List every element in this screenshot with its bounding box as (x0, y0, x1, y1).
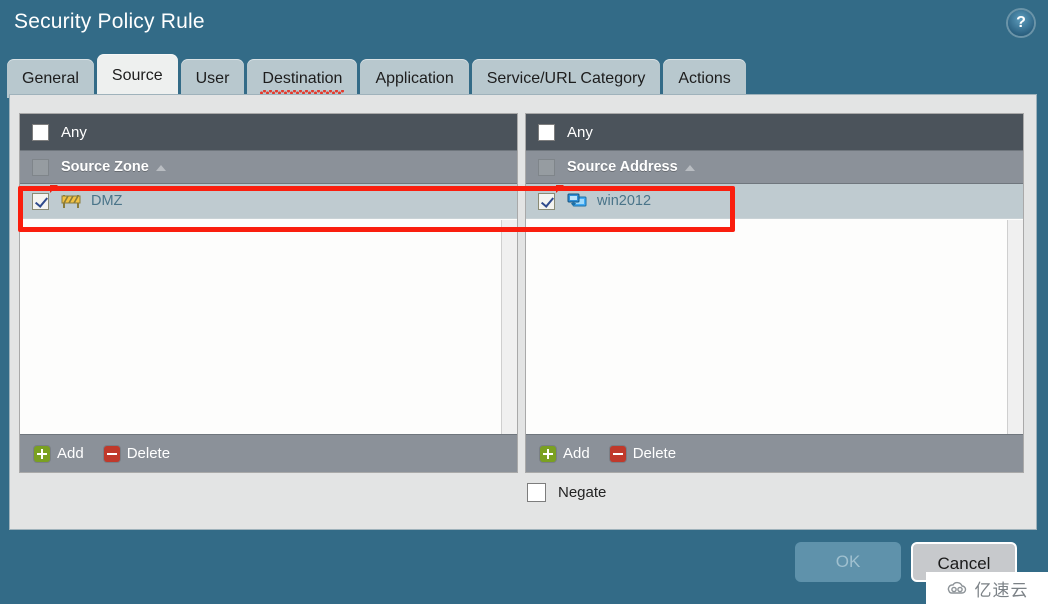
source-zone-rows: DMZ (20, 184, 517, 434)
source-zone-add-button[interactable]: Add (34, 445, 84, 462)
tab-label: Destination (262, 70, 343, 87)
source-address-scrollbar[interactable] (1007, 220, 1023, 434)
add-label: Add (57, 445, 84, 462)
source-address-add-button[interactable]: Add (540, 445, 590, 462)
source-zone-any-checkbox[interactable] (32, 123, 49, 141)
plus-icon (540, 445, 556, 462)
tab-label: Service/URL Category (486, 70, 646, 87)
negate-checkbox[interactable] (527, 483, 546, 502)
help-circle-icon[interactable]: ? (1008, 10, 1034, 36)
table-row[interactable]: win2012 (526, 184, 1023, 219)
source-address-select-all-checkbox (538, 158, 555, 176)
tab-label: General (22, 70, 79, 87)
negate-row[interactable]: Negate (527, 483, 606, 502)
source-zone-toolbar: Add Delete (20, 434, 517, 472)
source-zone-any-row[interactable]: Any (20, 114, 517, 150)
source-zone-column-title: Source Zone (61, 159, 149, 175)
computer-monitor-icon (567, 192, 587, 210)
add-label: Add (563, 445, 590, 462)
source-address-any-label: Any (567, 123, 593, 141)
tab-label: Source (111, 67, 163, 84)
tab-general[interactable]: General (7, 59, 94, 98)
source-address-delete-button[interactable]: Delete (609, 445, 677, 462)
source-address-toolbar: Add Delete (526, 434, 1023, 472)
source-address-panel: Any Source Address win2012 Add Delete (525, 113, 1024, 473)
tab-label: Application (375, 70, 454, 87)
plus-icon (34, 445, 50, 462)
source-zone-select-all-checkbox (32, 158, 49, 176)
tab-destination[interactable]: Destination (247, 59, 358, 98)
tab-user[interactable]: User (180, 59, 245, 98)
delete-label: Delete (126, 445, 171, 462)
source-zone-scrollbar[interactable] (501, 220, 517, 434)
ok-button[interactable]: OK (795, 542, 901, 582)
tab-label: Actions (678, 70, 731, 87)
dialog-titlebar: Security Policy Rule ? (0, 0, 1048, 50)
source-address-column-title: Source Address (567, 159, 678, 175)
tab-source[interactable]: Source (96, 54, 178, 98)
source-address-rows: win2012 (526, 184, 1023, 434)
source-zone-delete-button[interactable]: Delete (103, 445, 171, 462)
page-title: Security Policy Rule (14, 10, 205, 33)
cloud-logo-icon (946, 580, 970, 596)
source-zone-column-header[interactable]: Source Zone (20, 150, 517, 184)
row-label: win2012 (597, 193, 652, 209)
watermark-text: 亿速云 (974, 580, 1029, 600)
table-row[interactable]: DMZ (20, 184, 517, 219)
source-columns: Any Source Zone DMZ Add Delete Any Sourc… (19, 113, 1029, 473)
row-label: DMZ (91, 193, 123, 209)
watermark: 亿速云 (926, 572, 1048, 604)
source-address-any-checkbox[interactable] (538, 123, 555, 141)
row-flag-icon (50, 185, 58, 193)
row-checkbox[interactable] (32, 192, 49, 210)
source-address-any-row[interactable]: Any (526, 114, 1023, 150)
security-policy-rule-dialog: Security Policy Rule ? General Source Us… (0, 0, 1048, 604)
minus-icon (103, 445, 120, 462)
sort-ascending-icon[interactable] (155, 165, 166, 171)
minus-icon (609, 445, 626, 462)
source-zone-panel: Any Source Zone DMZ Add Delete (19, 113, 518, 473)
zone-barrier-icon (61, 192, 81, 210)
row-checkbox[interactable] (538, 192, 555, 210)
tab-service-url-category[interactable]: Service/URL Category (471, 59, 661, 98)
source-address-column-header[interactable]: Source Address (526, 150, 1023, 184)
tab-label: User (195, 70, 230, 87)
delete-label: Delete (632, 445, 677, 462)
negate-label: Negate (558, 484, 607, 501)
row-flag-icon (556, 185, 564, 193)
source-tab-panel: Any Source Zone DMZ Add Delete Any Sourc… (9, 94, 1037, 530)
tab-bar: General Source User Destination Applicat… (7, 54, 749, 98)
tab-application[interactable]: Application (360, 59, 469, 98)
tab-actions[interactable]: Actions (663, 59, 746, 98)
help-glyph: ? (1016, 14, 1026, 31)
source-zone-any-label: Any (61, 123, 87, 141)
sort-ascending-icon[interactable] (684, 165, 695, 171)
